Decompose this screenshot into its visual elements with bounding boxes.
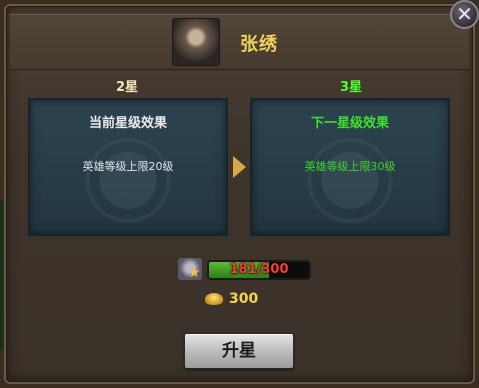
next-effect-title: 下一星级效果	[310, 116, 389, 131]
current-star-effect-panel: 当前星级效果 英雄等级上限20级	[28, 98, 228, 236]
arrow-right-icon	[233, 156, 246, 178]
hero-portrait	[172, 18, 220, 66]
current-star-label: 2星	[116, 80, 139, 95]
material-progress-text: 181/300	[229, 262, 289, 277]
next-star-effect-panel: 下一星级效果 英雄等级上限30级	[250, 98, 450, 236]
gold-ingot-icon	[205, 293, 223, 305]
next-star-label: 3星	[340, 80, 363, 95]
hero-name: 张绣	[240, 34, 278, 55]
close-icon: ✕	[456, 2, 473, 26]
current-effect-title: 当前星级效果	[88, 116, 167, 131]
material-progress-bar: 181/300	[207, 260, 311, 280]
current-effect-text: 英雄等级上限20级	[82, 160, 174, 173]
star-icon: ★	[188, 265, 201, 281]
upgrade-star-button[interactable]: 升星	[184, 333, 294, 369]
close-button[interactable]: ✕	[450, 0, 479, 29]
material-icon: ★	[178, 258, 202, 280]
gold-cost: 300	[229, 291, 259, 307]
next-effect-text: 英雄等级上限30级	[304, 160, 396, 173]
